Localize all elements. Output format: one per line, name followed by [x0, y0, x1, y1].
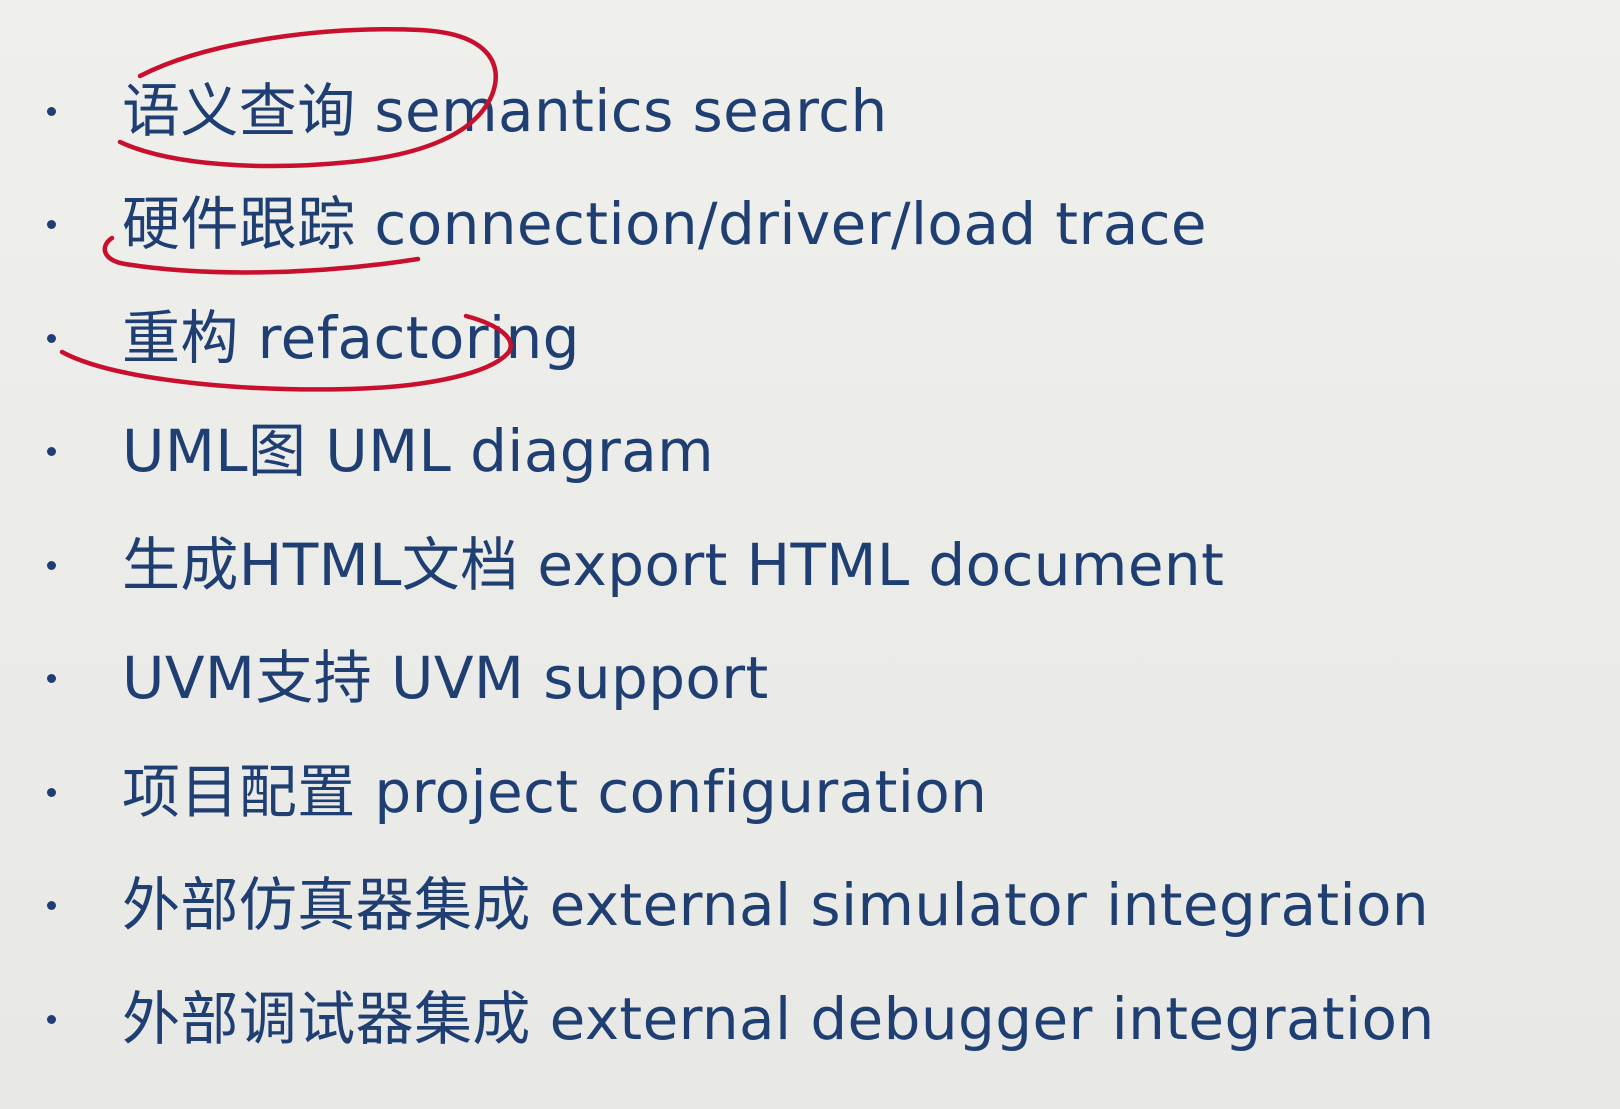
bullet-icon — [47, 106, 56, 116]
bullet-icon — [47, 674, 56, 684]
list-item-text: 语义查询 semantics search — [122, 76, 888, 145]
list-item: UVM支持 UVM support — [0, 622, 1620, 736]
bullet-icon — [47, 901, 56, 911]
list-item: 项目配置 project configuration — [0, 735, 1620, 849]
list-item: 语义查询 semantics search — [0, 54, 1620, 168]
slide: 语义查询 semantics search 硬件跟踪 connection/dr… — [0, 0, 1620, 1109]
list-item: 重构 refactoring — [0, 281, 1620, 395]
list-item-text: 硬件跟踪 connection/driver/load trace — [122, 190, 1208, 259]
list-item-text: UVM支持 UVM support — [122, 644, 769, 713]
bullet-icon — [47, 220, 56, 230]
list-item: 生成HTML文档 export HTML document — [0, 508, 1620, 622]
bullet-icon — [47, 333, 56, 343]
list-item: 外部仿真器集成 external simulator integration — [0, 849, 1620, 963]
list-item: UML图 UML diagram — [0, 395, 1620, 509]
list-item-text: 生成HTML文档 export HTML document — [122, 530, 1225, 599]
feature-bullet-list: 语义查询 semantics search 硬件跟踪 connection/dr… — [0, 54, 1620, 1076]
bullet-icon — [47, 1014, 56, 1024]
bullet-icon — [47, 560, 56, 570]
list-item: 外部调试器集成 external debugger integration — [0, 962, 1620, 1076]
list-item-text: 外部仿真器集成 external simulator integration — [122, 871, 1430, 940]
bullet-icon — [47, 787, 56, 797]
list-item-text: 外部调试器集成 external debugger integration — [122, 984, 1435, 1053]
list-item: 硬件跟踪 connection/driver/load trace — [0, 168, 1620, 282]
list-item-text: UML图 UML diagram — [122, 417, 715, 486]
bullet-icon — [47, 447, 56, 457]
list-item-text: 重构 refactoring — [122, 303, 580, 372]
list-item-text: 项目配置 project configuration — [122, 757, 988, 826]
